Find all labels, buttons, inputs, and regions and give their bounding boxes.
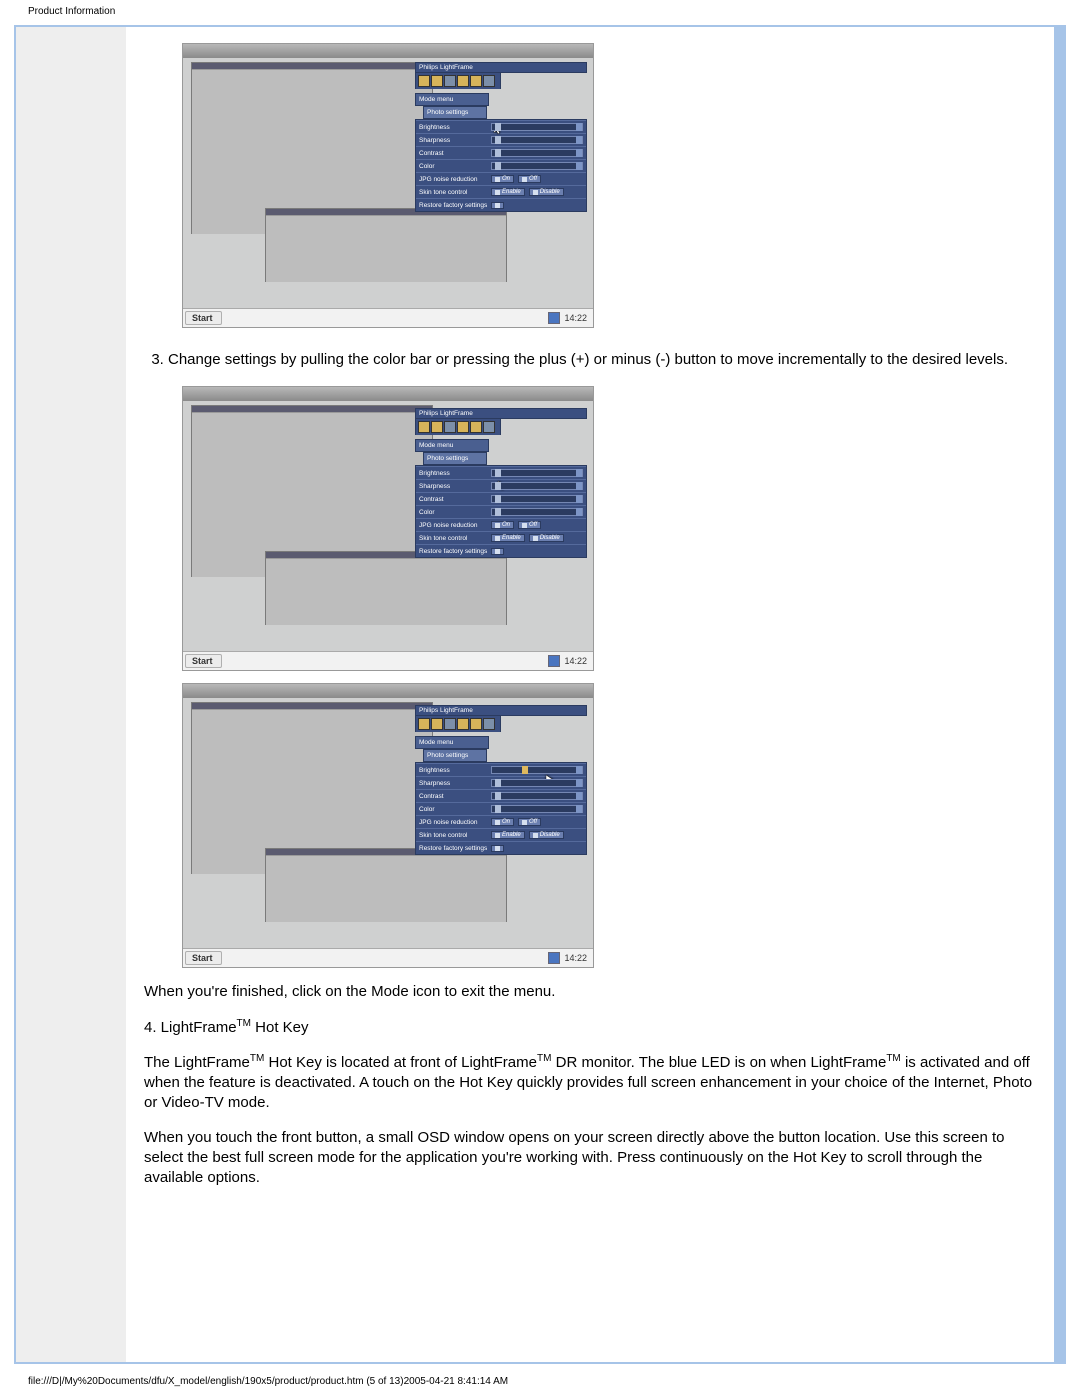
color-slider[interactable] — [491, 162, 583, 170]
lightframe-panel: Philips LightFrame Mode menu Photo setti… — [415, 62, 587, 212]
finish-text: When you're finished, click on the Mode … — [144, 982, 1036, 1002]
footer-path: file:///D|/My%20Documents/dfu/X_model/en… — [0, 1372, 1080, 1387]
photo-settings: Photo settings — [423, 106, 487, 119]
taskbar: Start 14:22 — [183, 308, 593, 327]
page-header: Product Information — [0, 0, 1080, 17]
screenshot-1: Philips LightFrame Mode menu Photo setti… — [182, 43, 594, 328]
jpg-noise-option[interactable]: OnOff — [491, 175, 583, 183]
main-content: Philips LightFrame Mode menu Photo setti… — [126, 27, 1054, 1362]
right-edge — [1054, 27, 1064, 1362]
start-button[interactable]: Start — [185, 311, 222, 325]
content-frame: Philips LightFrame Mode menu Photo setti… — [14, 25, 1066, 1364]
step-list: Change settings by pulling the color bar… — [168, 350, 1036, 370]
left-gutter — [16, 27, 126, 1362]
sharpness-slider[interactable] — [491, 136, 583, 144]
screenshot-2: Philips LightFrame Mode menu Photo setti… — [182, 386, 594, 671]
panel-title: Philips LightFrame — [415, 62, 587, 73]
osd-para: When you touch the front button, a small… — [144, 1128, 1036, 1189]
restore-option[interactable] — [491, 202, 583, 209]
section-4-heading: 4. LightFrameTM Hot Key — [144, 1017, 1036, 1038]
screenshot-3: Philips LightFrame Mode menu Photo setti… — [182, 683, 594, 968]
contrast-slider[interactable] — [491, 149, 583, 157]
clock: 14:22 — [564, 313, 587, 323]
panel-icons — [415, 73, 501, 89]
hotkey-para: The LightFrameTM Hot Key is located at f… — [144, 1052, 1036, 1114]
brightness-slider[interactable] — [491, 123, 583, 131]
skin-tone-option[interactable]: EnableDisable — [491, 188, 583, 196]
step-3: Change settings by pulling the color bar… — [168, 350, 1036, 370]
mode-menu: Mode menu — [415, 93, 489, 106]
tray-icon — [548, 312, 560, 324]
